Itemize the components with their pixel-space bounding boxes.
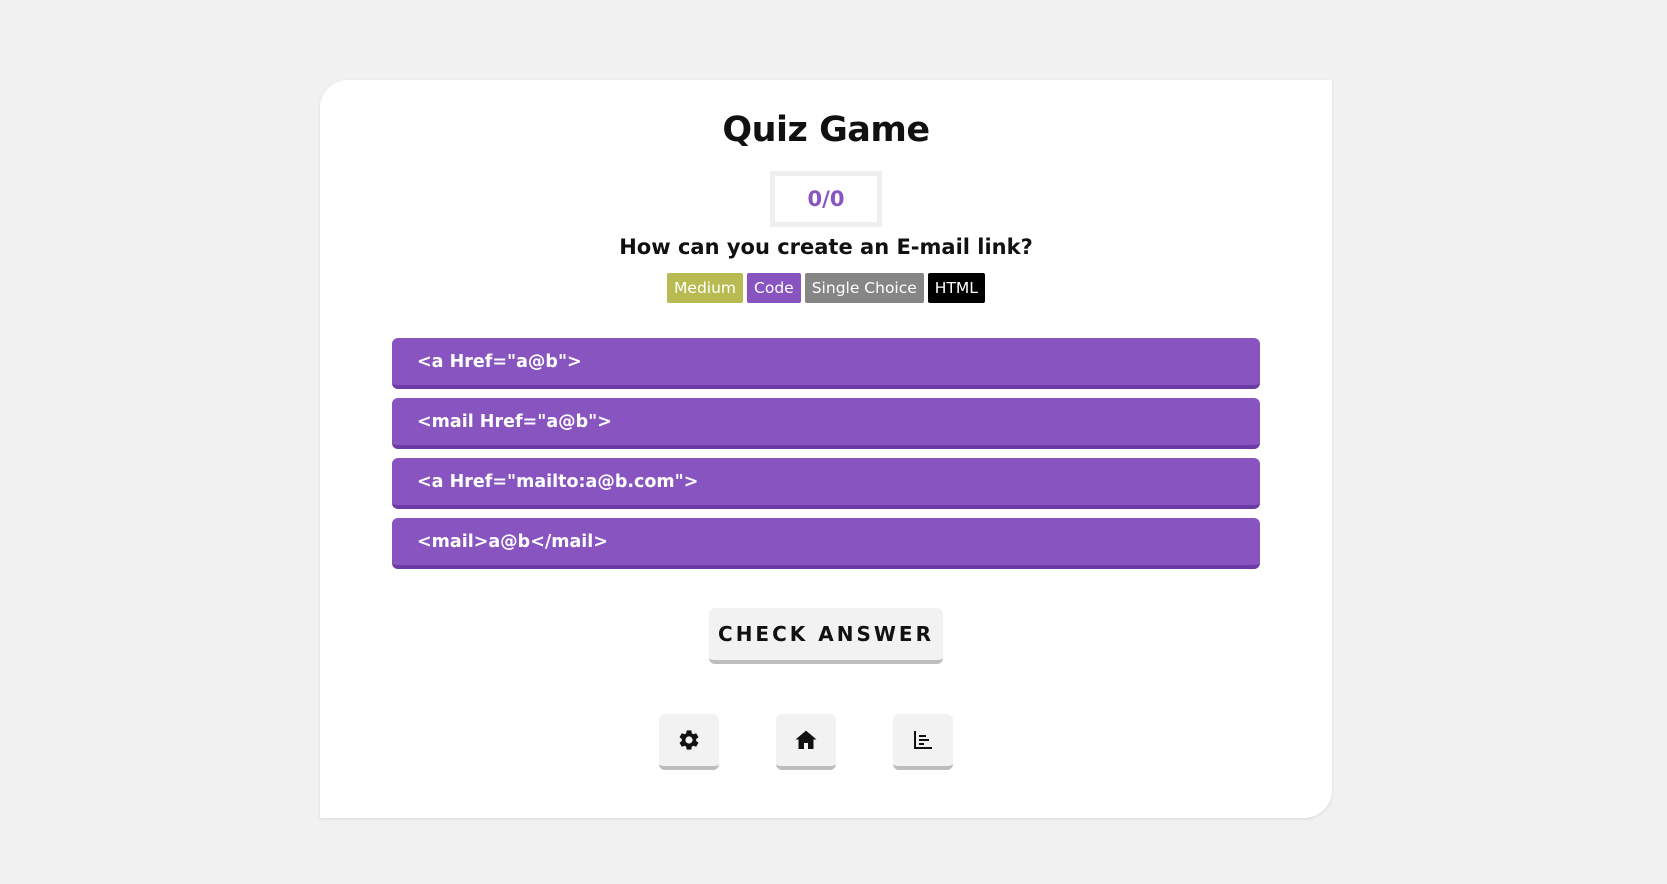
quiz-card: Quiz Game 0/0 How can you create an E-ma… <box>320 80 1332 818</box>
answer-option-2[interactable]: <mail Href="a@b"> <box>392 398 1260 449</box>
stats-button[interactable] <box>893 714 953 770</box>
question-text: How can you create an E-mail link? <box>619 235 1033 259</box>
difficulty-tag: Medium <box>667 273 744 303</box>
gear-icon <box>679 730 699 750</box>
question-type-tag: Single Choice <box>804 273 924 303</box>
topic-tag: HTML <box>927 273 985 303</box>
home-button[interactable] <box>776 714 836 770</box>
answer-option-1[interactable]: <a Href="a@b"> <box>392 338 1260 389</box>
page-title: Quiz Game <box>722 110 930 150</box>
score-display: 0/0 <box>770 171 882 227</box>
stats-icon <box>914 731 932 749</box>
answer-option-4[interactable]: <mail>a@b</mail> <box>392 518 1260 569</box>
answer-list: <a Href="a@b"> <mail Href="a@b"> <a Href… <box>392 338 1260 569</box>
home-icon <box>795 730 817 749</box>
answer-option-3[interactable]: <a Href="mailto:a@b.com"> <box>392 458 1260 509</box>
check-answer-button[interactable]: CHECK ANSWER <box>709 608 943 664</box>
tag-list: Medium Code Single Choice HTML <box>320 273 1332 303</box>
category-tag: Code <box>747 273 801 303</box>
settings-button[interactable] <box>659 714 719 770</box>
